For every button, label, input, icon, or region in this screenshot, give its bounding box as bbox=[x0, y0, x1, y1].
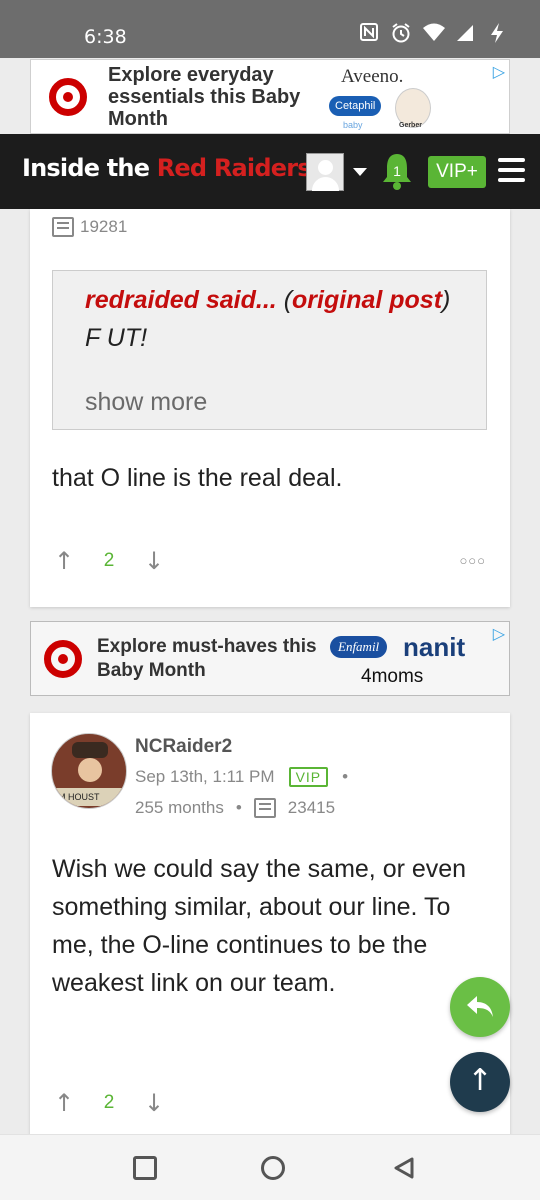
username[interactable]: NCRaider2 bbox=[135, 736, 232, 758]
downvote-arrow-icon[interactable]: ↓ bbox=[142, 1090, 166, 1116]
recents-button[interactable] bbox=[133, 1156, 157, 1180]
vote-controls: ↑ 2 ↓ bbox=[52, 1090, 166, 1116]
cetaphil-baby-label: baby bbox=[343, 120, 363, 130]
target-logo-icon bbox=[44, 640, 82, 678]
notification-bell-icon[interactable]: 1 bbox=[380, 151, 414, 191]
chevron-down-icon[interactable] bbox=[353, 168, 367, 176]
vip-badge: VIP bbox=[288, 767, 329, 787]
ad-text: Explore must-haves this Baby Month bbox=[97, 636, 317, 681]
user-comment-count: 23415 bbox=[287, 798, 336, 817]
show-more-link[interactable]: show more bbox=[85, 388, 207, 417]
vote-count: 2 bbox=[103, 550, 115, 571]
post-card: M HOUST NCRaider2 Sep 13th, 1:11 PM VIP … bbox=[30, 713, 510, 1143]
hamburger-menu-icon[interactable] bbox=[498, 158, 525, 184]
comment-count: 19281 bbox=[52, 217, 127, 237]
upvote-arrow-icon[interactable]: ↑ bbox=[52, 1090, 76, 1116]
ad-banner-middle[interactable]: Explore must-haves this Baby Month Enfam… bbox=[30, 621, 510, 696]
site-logo[interactable]: Inside the Red Raiders bbox=[22, 154, 312, 182]
comment-icon bbox=[52, 217, 74, 237]
ad-banner-top[interactable]: Explore everyday essentials this Baby Mo… bbox=[30, 59, 510, 134]
status-time: 6:38 bbox=[84, 26, 127, 48]
alarm-icon bbox=[390, 22, 412, 44]
gerber-label: Gerber bbox=[399, 122, 422, 129]
system-navigation-bar bbox=[0, 1134, 540, 1200]
nanit-logo: nanit bbox=[403, 632, 466, 662]
wifi-icon bbox=[422, 22, 445, 44]
status-icons bbox=[358, 22, 508, 44]
4moms-logo: 4moms bbox=[361, 666, 424, 687]
vip-plus-button[interactable]: VIP+ bbox=[428, 156, 486, 188]
post-date: Sep 13th, 1:11 PM bbox=[135, 767, 275, 786]
member-tenure: 255 months bbox=[135, 798, 224, 817]
signal-icon bbox=[454, 22, 476, 44]
quote-text: redraided said... (original post) F UT! bbox=[85, 286, 451, 352]
quote-block: redraided said... (original post) F UT! … bbox=[52, 270, 487, 430]
adchoices-icon[interactable]: ▷ bbox=[493, 624, 505, 644]
post-body: Wish we could say the same, or even some… bbox=[52, 855, 467, 997]
comment-icon bbox=[253, 798, 276, 818]
cetaphil-logo: Cetaphil bbox=[329, 96, 382, 116]
post-meta: Sep 13th, 1:11 PM VIP • bbox=[135, 767, 348, 787]
vote-count: 2 bbox=[103, 1092, 115, 1113]
status-bar: 6:38 bbox=[0, 0, 540, 58]
site-header: Inside the Red Raiders 1 VIP+ bbox=[0, 134, 540, 209]
arrow-up-icon: ↑ bbox=[467, 1063, 493, 1098]
quote-author-link[interactable]: redraided said... bbox=[85, 286, 277, 314]
back-button[interactable] bbox=[392, 1156, 416, 1180]
reply-button[interactable] bbox=[450, 977, 510, 1037]
downvote-arrow-icon[interactable]: ↓ bbox=[142, 548, 166, 574]
adchoices-icon[interactable]: ▷ bbox=[493, 62, 505, 82]
separator-dot: • bbox=[342, 767, 349, 786]
ad-text: Explore everyday essentials this Baby Mo… bbox=[108, 64, 301, 130]
more-options-icon[interactable]: ○○○ bbox=[459, 553, 486, 568]
separator-dot: • bbox=[235, 798, 242, 817]
battery-charging-icon bbox=[486, 22, 508, 44]
upvote-arrow-icon[interactable]: ↑ bbox=[52, 548, 76, 574]
post-card: 19281 redraided said... (original post) … bbox=[30, 209, 510, 607]
original-post-link[interactable]: original post bbox=[292, 286, 442, 314]
reply-arrow-icon bbox=[467, 996, 493, 1017]
target-logo-icon bbox=[49, 78, 87, 116]
user-avatar-icon[interactable] bbox=[306, 153, 344, 191]
home-button[interactable] bbox=[261, 1156, 285, 1180]
scroll-to-top-button[interactable]: ↑ bbox=[450, 1052, 510, 1112]
enfamil-logo: Enfamil bbox=[330, 636, 388, 658]
user-stats: 255 months • 23415 bbox=[135, 798, 335, 818]
avatar[interactable]: M HOUST bbox=[51, 733, 127, 809]
aveeno-logo: Aveeno. bbox=[341, 66, 404, 87]
nfc-icon bbox=[358, 22, 380, 44]
notification-count: 1 bbox=[393, 163, 401, 179]
vote-controls: ↑ 2 ↓ bbox=[52, 548, 166, 574]
post-body: that O line is the real deal. bbox=[52, 464, 343, 492]
